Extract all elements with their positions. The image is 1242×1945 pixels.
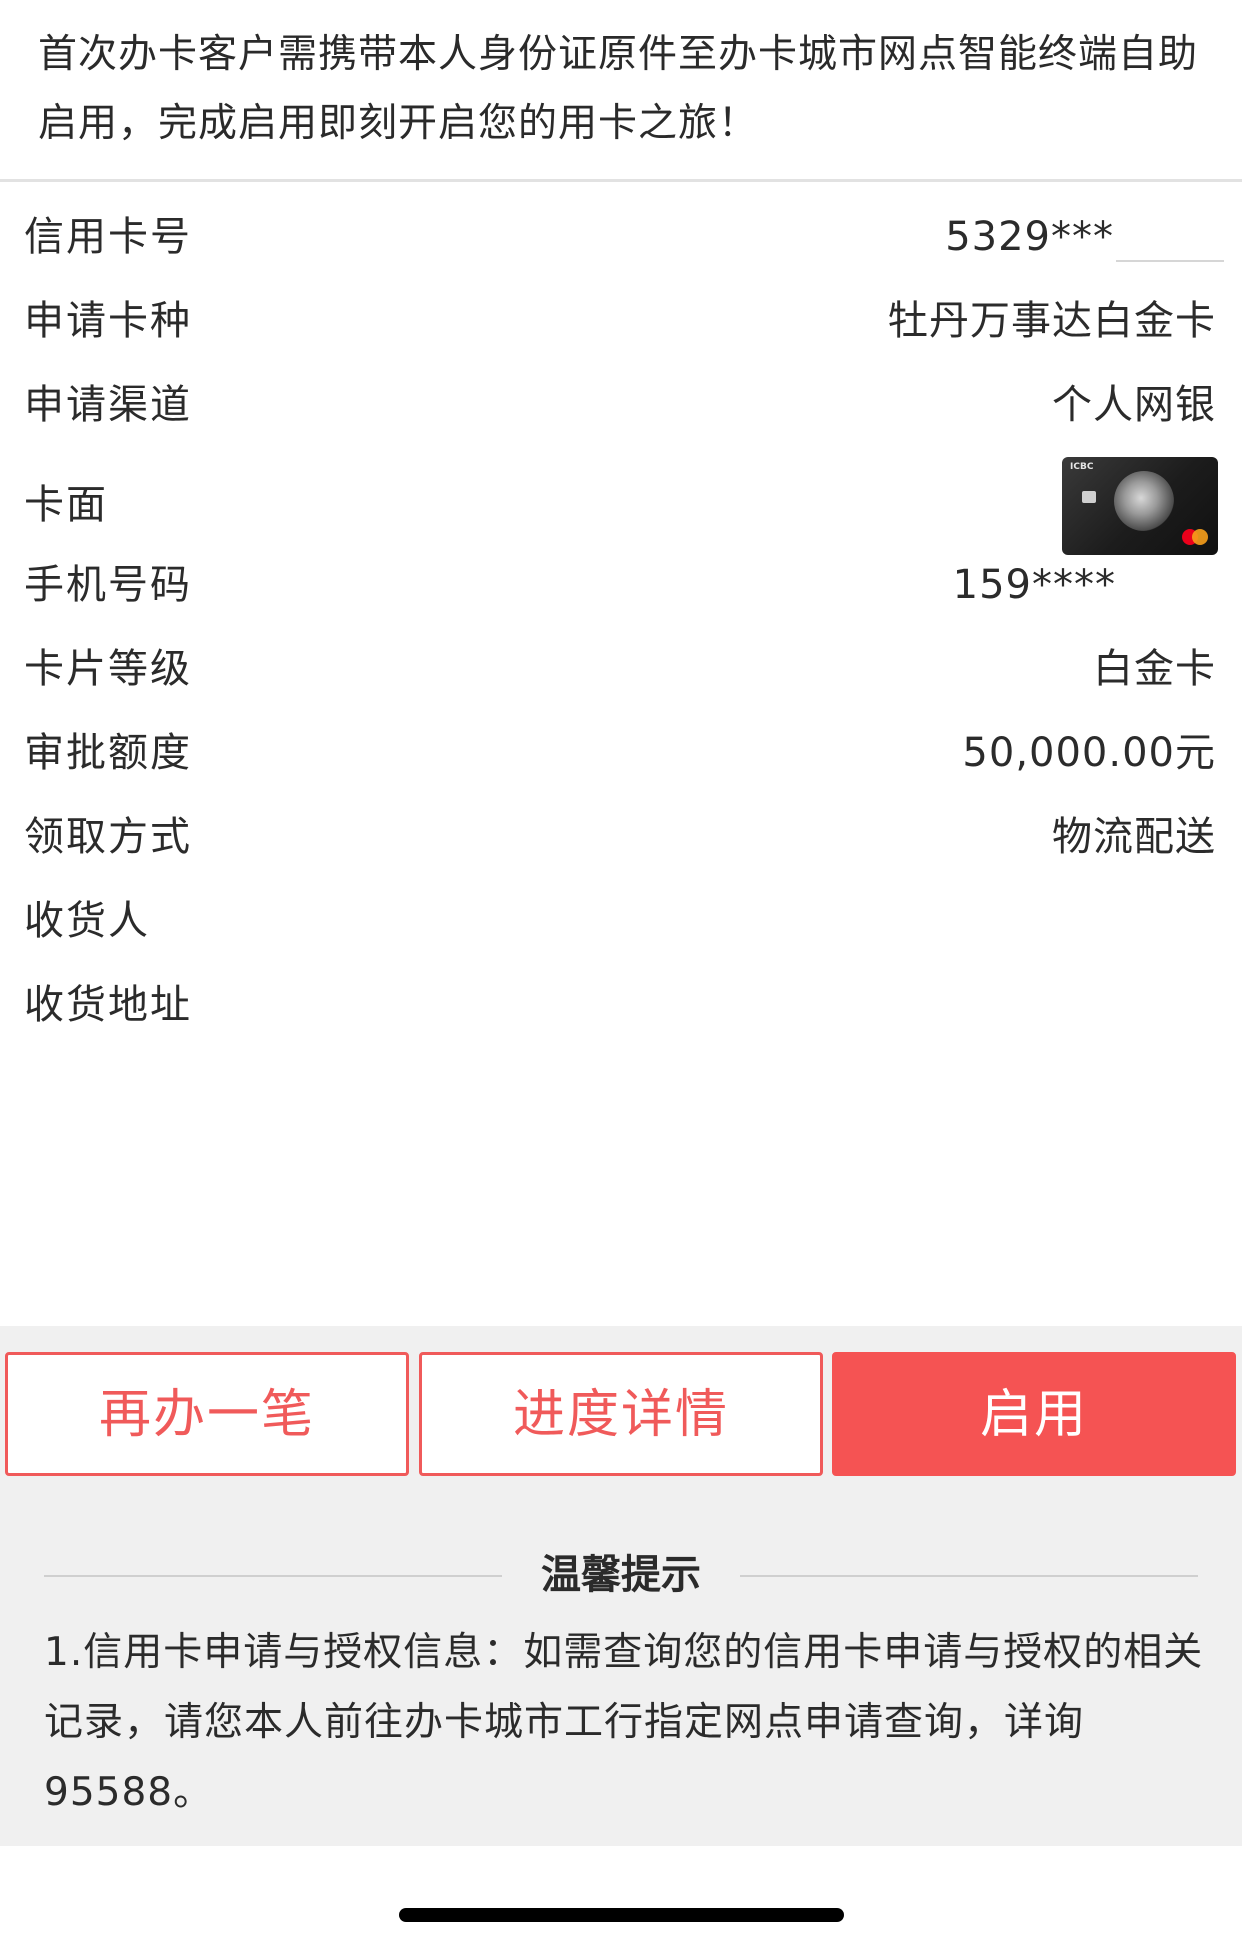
- activate-button[interactable]: 启用: [832, 1352, 1236, 1476]
- tips-title: 温馨提示: [541, 1552, 701, 1598]
- apply-again-button[interactable]: 再办一笔: [5, 1352, 409, 1476]
- home-indicator[interactable]: [399, 1908, 844, 1922]
- progress-details-button[interactable]: 进度详情: [419, 1352, 823, 1476]
- card-chip-icon: [1082, 491, 1096, 503]
- address-label: 收货地址: [24, 982, 192, 1028]
- card-number-mask-line: [1116, 260, 1224, 262]
- tips-body: 1.信用卡申请与授权信息：如需查询您的信用卡申请与授权的相关记录，请您本人前往办…: [44, 1630, 1204, 1815]
- application-details: 信用卡号 5329*** 申请卡种 牡丹万事达白金卡 申请渠道 个人网银 卡面 …: [0, 185, 1242, 1325]
- row-address: 收货地址: [0, 953, 1242, 1057]
- icbc-logo: ICBC: [1070, 462, 1094, 472]
- activation-notice: 首次办卡客户需携带本人身份证原件至办卡城市网点智能终端自助启用，完成启用即刻开启…: [0, 0, 1242, 182]
- tips-header: 温馨提示: [0, 1545, 1242, 1605]
- peony-flower-icon: [1114, 471, 1174, 531]
